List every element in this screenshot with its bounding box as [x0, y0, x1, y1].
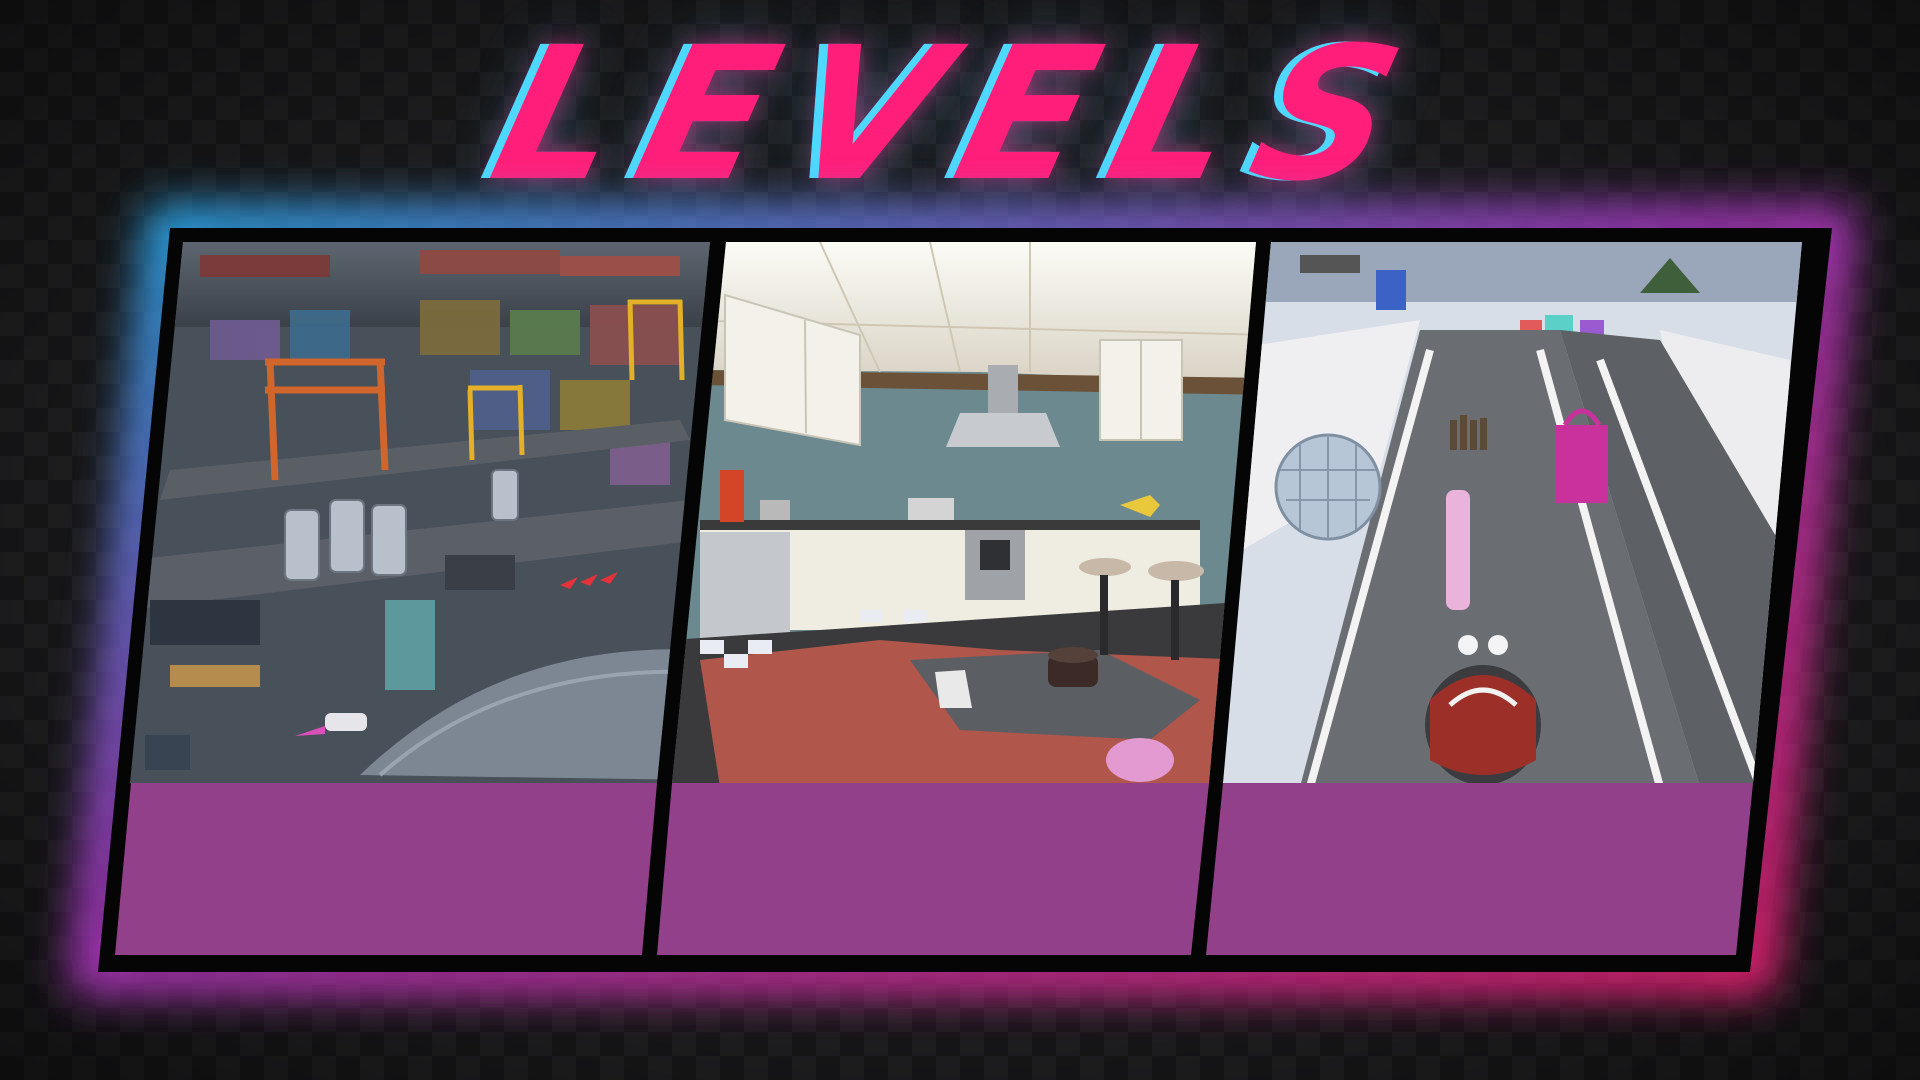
- level-3-preview[interactable]: [1220, 242, 1820, 787]
- level-1-label-bar[interactable]: [115, 783, 657, 955]
- level-2-preview[interactable]: [670, 242, 1270, 787]
- level-select-frame: [69, 207, 1856, 993]
- level-1-preview[interactable]: [120, 242, 720, 787]
- level-3-label-bar[interactable]: [1206, 783, 1753, 955]
- level-2-label-bar[interactable]: [657, 783, 1209, 955]
